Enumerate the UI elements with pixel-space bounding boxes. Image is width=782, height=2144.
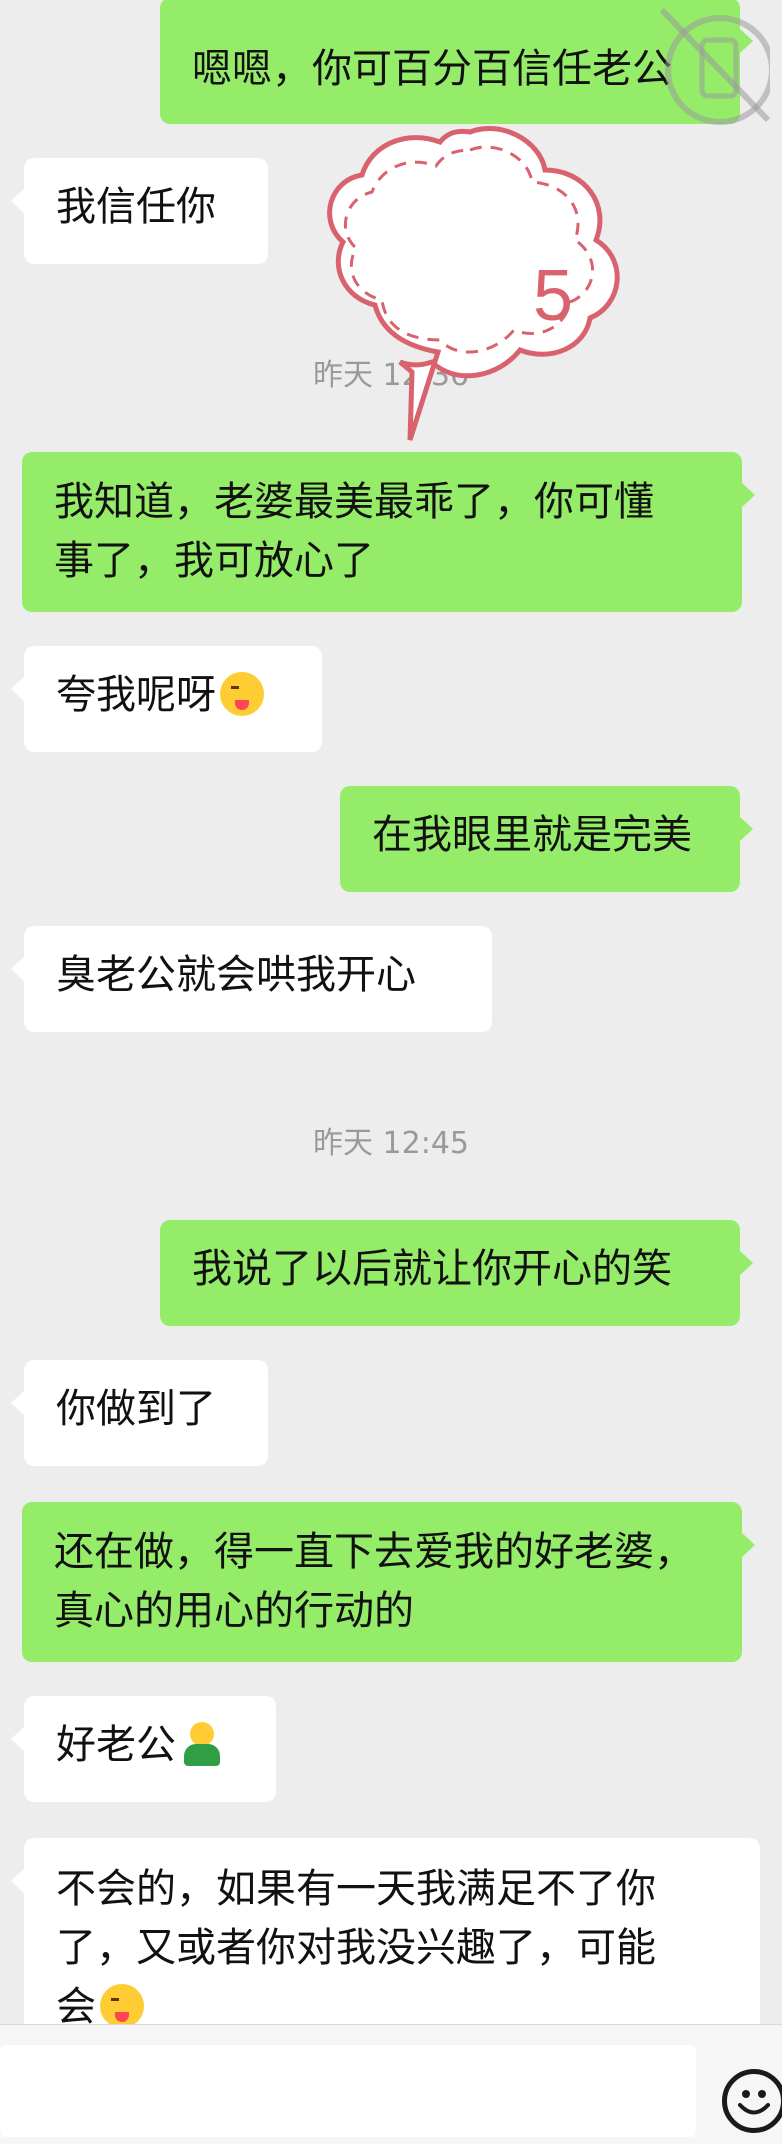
wink-tongue-emoji-icon xyxy=(220,672,264,716)
person-emoji-icon xyxy=(182,1722,222,1766)
message-text: 好老公 xyxy=(56,1722,176,1768)
message-text: 臭老公就会哄我开心 xyxy=(56,952,416,998)
message-incoming[interactable]: 你做到了 xyxy=(11,1360,268,1466)
message-text: 你做到了 xyxy=(56,1386,216,1432)
message-text-line: 我知道，老婆最美最乖了，你可懂 xyxy=(54,479,654,525)
message-text-line: 真心的用心的行动的 xyxy=(54,1588,414,1634)
message-text: 在我眼里就是完美 xyxy=(372,812,692,858)
timestamp: 昨天 12:36 xyxy=(313,358,469,393)
message-text-line: 了，又或者你对我没兴趣了，可能 xyxy=(56,1925,656,1971)
message-outgoing[interactable]: 还在做，得一直下去爱我的好老婆， 真心的用心的行动的 xyxy=(22,1502,755,1662)
badge-number: 5 xyxy=(533,256,573,336)
message-text: 我信任你 xyxy=(56,184,216,230)
message-text: 我说了以后就让你开心的笑 xyxy=(192,1246,672,1292)
message-outgoing[interactable]: 在我眼里就是完美 xyxy=(340,786,753,892)
message-incoming[interactable]: 夸我呢呀 xyxy=(11,646,322,752)
message-incoming[interactable]: 臭老公就会哄我开心 xyxy=(11,926,492,1032)
message-text-line: 不会的，如果有一天我满足不了你 xyxy=(56,1866,656,1912)
message-incoming[interactable]: 好老公 xyxy=(11,1696,276,1802)
message-outgoing[interactable]: 我知道，老婆最美最乖了，你可懂 事了，我可放心了 xyxy=(22,452,755,612)
message-text: 嗯嗯，你可百分百信任老公 xyxy=(192,46,672,92)
wink-tongue-emoji-icon xyxy=(100,1984,144,2028)
input-bar xyxy=(0,2024,782,2144)
no-phone-watermark-icon xyxy=(659,7,770,125)
message-outgoing[interactable]: 我说了以后就让你开心的笑 xyxy=(160,1220,753,1326)
message-input[interactable] xyxy=(0,2045,696,2137)
message-text-line: 还在做，得一直下去爱我的好老婆， xyxy=(54,1529,694,1575)
cloud-number-badge: 5 xyxy=(327,125,620,441)
timestamp: 昨天 12:45 xyxy=(313,1126,469,1161)
message-text: 夸我呢呀 xyxy=(56,672,216,718)
message-incoming[interactable]: 我信任你 xyxy=(11,158,268,264)
message-text-line: 事了，我可放心了 xyxy=(54,538,374,584)
smiley-icon[interactable] xyxy=(722,2069,782,2133)
